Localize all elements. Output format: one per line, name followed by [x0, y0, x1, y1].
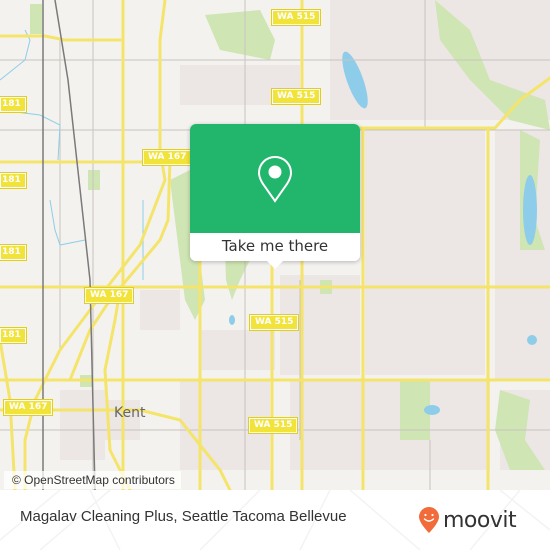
moovit-logo[interactable]: moovit: [418, 505, 517, 535]
map-attribution[interactable]: © OpenStreetMap contributors: [4, 471, 181, 489]
road-shield-wa515: WA 515: [270, 88, 322, 105]
road-shield-181: 181: [0, 96, 27, 113]
footer: Magalav Cleaning Plus, Seattle Tacoma Be…: [0, 490, 550, 550]
road-shield-wa167: WA 167: [141, 149, 193, 166]
road-shield-181: 181: [0, 172, 27, 189]
place-label-kent: Kent: [114, 405, 146, 421]
take-me-there-button[interactable]: Take me there: [190, 233, 360, 261]
road-shield-wa167: WA 167: [2, 399, 54, 416]
moovit-wordmark: moovit: [443, 507, 517, 533]
road-shield-wa515: WA 515: [247, 417, 299, 434]
popup-header: [190, 124, 360, 233]
road-shield-181: 181: [0, 327, 27, 344]
moovit-pin-icon: [419, 507, 439, 533]
map-canvas[interactable]: WA 515 WA 515 WA 167 181 181 181 WA 167 …: [0, 0, 550, 490]
map-pin-icon: [257, 155, 293, 203]
place-title: Magalav Cleaning Plus, Seattle Tacoma Be…: [20, 508, 347, 525]
location-popup: Take me there: [190, 124, 360, 269]
road-shield-wa167: WA 167: [83, 287, 135, 304]
road-shield-wa515: WA 515: [270, 9, 322, 26]
popup-pointer: [267, 261, 283, 269]
road-shield-181: 181: [0, 244, 27, 261]
road-shield-wa515: WA 515: [248, 314, 300, 331]
